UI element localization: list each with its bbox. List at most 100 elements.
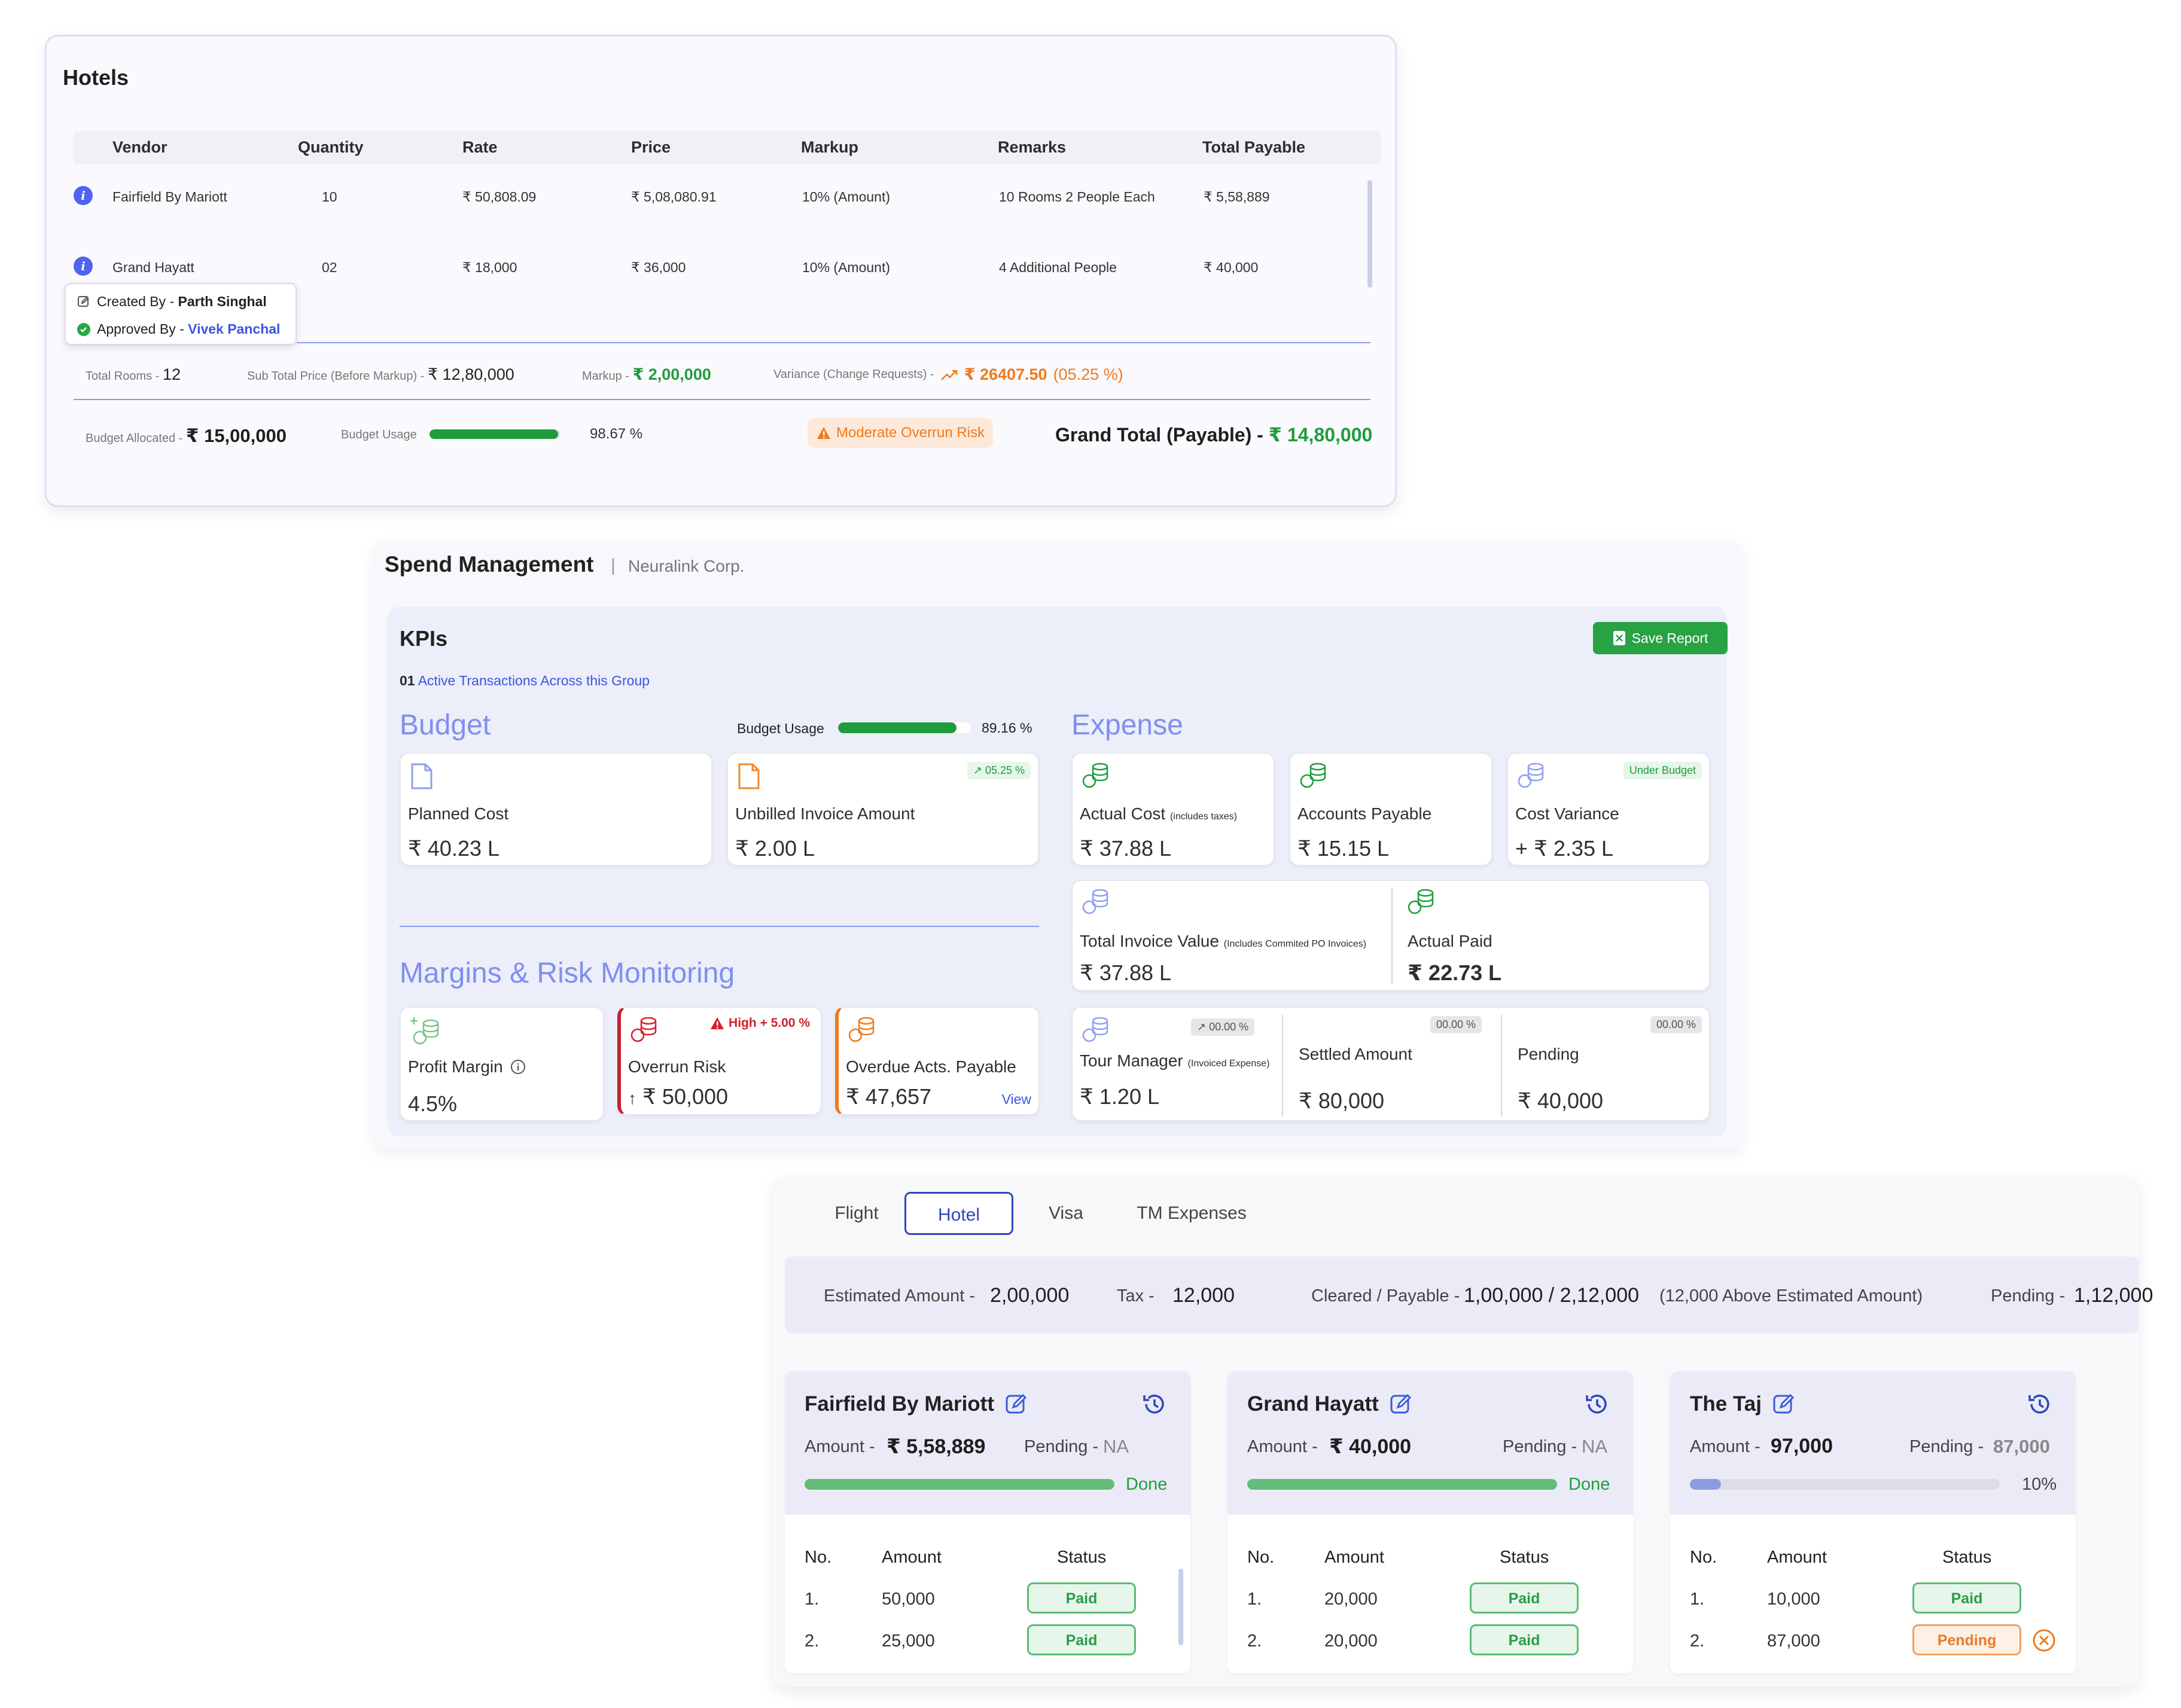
pending-label: Pending -: [1909, 1437, 1984, 1456]
tab-hotel[interactable]: Hotel: [904, 1192, 1013, 1235]
tab-flight[interactable]: Flight: [821, 1192, 892, 1235]
payment-progress-fill: [1690, 1479, 1721, 1490]
status-badge: Paid: [1027, 1582, 1136, 1614]
company-name: Neuralink Corp.: [628, 557, 745, 575]
hotels-table-header: [74, 131, 1381, 164]
tab-tm-expenses[interactable]: TM Expenses: [1126, 1192, 1257, 1235]
spend-budget-bar: [838, 722, 971, 733]
expense-section-title: Expense: [1071, 709, 1183, 741]
spend-budget-fill: [838, 722, 957, 733]
kpi-accounts-payable: Accounts Payable ₹ 15.15 L: [1289, 752, 1492, 866]
info-outline-icon[interactable]: [510, 1059, 526, 1075]
kpi-invoice-summary: Total Invoice Value (Includes Commited P…: [1071, 880, 1710, 991]
progress-status: 10%: [2022, 1475, 2057, 1494]
divider: [74, 399, 1370, 400]
budget-usage-fill: [430, 429, 559, 439]
tab-visa[interactable]: Visa: [1033, 1192, 1099, 1235]
row-amount: 25,000: [882, 1631, 935, 1651]
row-price: ₹ 5,08,080.91: [631, 189, 717, 205]
row-amount: 20,000: [1324, 1631, 1378, 1651]
col-status: Status: [1500, 1548, 1549, 1567]
amount-value: ₹ 5,58,889: [887, 1435, 986, 1458]
payment-progress-fill: [805, 1479, 1114, 1490]
hotels-panel: Hotels Vendor Quantity Rate Price Markup…: [45, 35, 1397, 507]
info-icon[interactable]: i: [74, 186, 93, 205]
unbilled-label: Unbilled Invoice Amount: [735, 804, 915, 823]
history-icon[interactable]: [2027, 1392, 2052, 1417]
estimated-label: Estimated Amount -: [824, 1286, 976, 1306]
budget-allocated: Budget Allocated - ₹ 15,00,000: [86, 425, 287, 447]
coins-icon: [630, 1017, 657, 1042]
amount-value: ₹ 40,000: [1329, 1435, 1412, 1458]
active-transactions[interactable]: 01 Active Transactions Across this Group: [400, 673, 650, 689]
status-badge: Paid: [1912, 1582, 2021, 1614]
cancel-circle-icon[interactable]: [2032, 1628, 2056, 1652]
total-invoice-value: ₹ 37.88 L: [1080, 960, 1172, 985]
col-quantity: Quantity: [298, 138, 364, 156]
cost-variance-value: + ₹ 2.35 L: [1515, 836, 1614, 861]
kpi-tour-manager: ↗ 00.00 % Tour Manager (Invoiced Expense…: [1071, 1006, 1710, 1121]
payment-progress-bar: [805, 1479, 1114, 1490]
payment-progress-bar: [1247, 1479, 1557, 1490]
coins-icon: [1300, 762, 1326, 788]
overrun-badge-text: High + 5.00 %: [729, 1016, 810, 1030]
row-no: 2.: [805, 1631, 820, 1651]
variance-total: Variance (Change Requests) - ₹ 26407.50 …: [773, 365, 1123, 384]
budget-section-title: Budget: [400, 709, 491, 741]
tax-label: Tax -: [1117, 1286, 1155, 1306]
status-badge: Paid: [1470, 1582, 1579, 1614]
history-icon[interactable]: [1585, 1392, 1610, 1417]
edit-icon[interactable]: [1772, 1393, 1795, 1416]
risk-label: Moderate Overrun Risk: [836, 425, 985, 441]
spend-management-panel: Spend Management | Neuralink Corp. KPIs …: [373, 541, 1743, 1149]
margins-section-title: Margins & Risk Monitoring: [400, 957, 735, 989]
actual-paid-label: Actual Paid: [1408, 932, 1492, 950]
pending-value: 87,000: [1993, 1436, 2050, 1457]
cleared-note: (12,000 Above Estimated Amount): [1659, 1286, 1923, 1306]
info-icon[interactable]: i: [74, 257, 93, 276]
kpi-unbilled-invoice: ↗ 05.25 % Unbilled Invoice Amount ₹ 2.00…: [727, 752, 1039, 866]
pending-value: ₹ 40,000: [1518, 1088, 1604, 1113]
coins-plus-icon: [410, 1017, 439, 1045]
divider: [297, 342, 1370, 343]
cost-variance-label: Cost Variance: [1515, 804, 1619, 823]
col-amount: Amount: [882, 1548, 942, 1567]
tax-value: 12,000: [1172, 1284, 1235, 1307]
vendor-card: Grand Hayatt Amount - ₹ 40,000 Pending -…: [1227, 1371, 1633, 1673]
overdue-view-link[interactable]: View: [1002, 1091, 1031, 1108]
trend-up-icon: [940, 370, 957, 380]
payment-progress-bar: [1690, 1479, 2000, 1490]
save-report-button[interactable]: Save Report: [1593, 622, 1728, 654]
grand-total-label: Grand Total (Payable) -: [1055, 424, 1269, 446]
vendor-card: Fairfield By Mariott Amount - ₹ 5,58,889…: [785, 1371, 1190, 1673]
subtotal-label: Sub Total Price (Before Markup) -: [247, 370, 428, 383]
unbilled-value: ₹ 2.00 L: [735, 836, 815, 861]
settled-value: ₹ 80,000: [1299, 1088, 1385, 1113]
amount-label: Amount -: [1247, 1437, 1318, 1456]
edit-icon[interactable]: [1005, 1393, 1028, 1416]
row-rate: ₹ 18,000: [462, 260, 517, 275]
card-scrollbar[interactable]: [1178, 1569, 1183, 1645]
total-rooms-label: Total Rooms -: [86, 370, 163, 383]
variance-pct: (05.25 %): [1053, 365, 1123, 383]
payment-progress-fill: [1247, 1479, 1557, 1490]
amount-label: Amount -: [805, 1437, 875, 1456]
status-badge: Paid: [1470, 1624, 1579, 1655]
row-vendor: Fairfield By Mariott: [112, 189, 227, 205]
total-invoice-label: Total Invoice Value: [1080, 932, 1219, 950]
col-status: Status: [1057, 1548, 1107, 1567]
document-icon: [738, 763, 760, 789]
actual-cost-note: (includes taxes): [1169, 812, 1237, 822]
approved-by-name: Vivek Panchal: [188, 321, 281, 337]
edit-icon[interactable]: [1390, 1393, 1412, 1416]
planned-cost-label: Planned Cost: [408, 804, 509, 823]
history-icon[interactable]: [1142, 1392, 1167, 1417]
col-status: Status: [1942, 1548, 1992, 1567]
overrun-badge: High + 5.00 %: [709, 1016, 810, 1030]
coins-icon: [1082, 762, 1108, 788]
pending-badge: 00.00 %: [1650, 1016, 1702, 1033]
table-scrollbar[interactable]: [1367, 180, 1372, 288]
kpi-planned-cost: Planned Cost ₹ 40.23 L: [400, 752, 712, 866]
col-amount: Amount: [1767, 1548, 1827, 1567]
row-no: 2.: [1690, 1631, 1705, 1651]
